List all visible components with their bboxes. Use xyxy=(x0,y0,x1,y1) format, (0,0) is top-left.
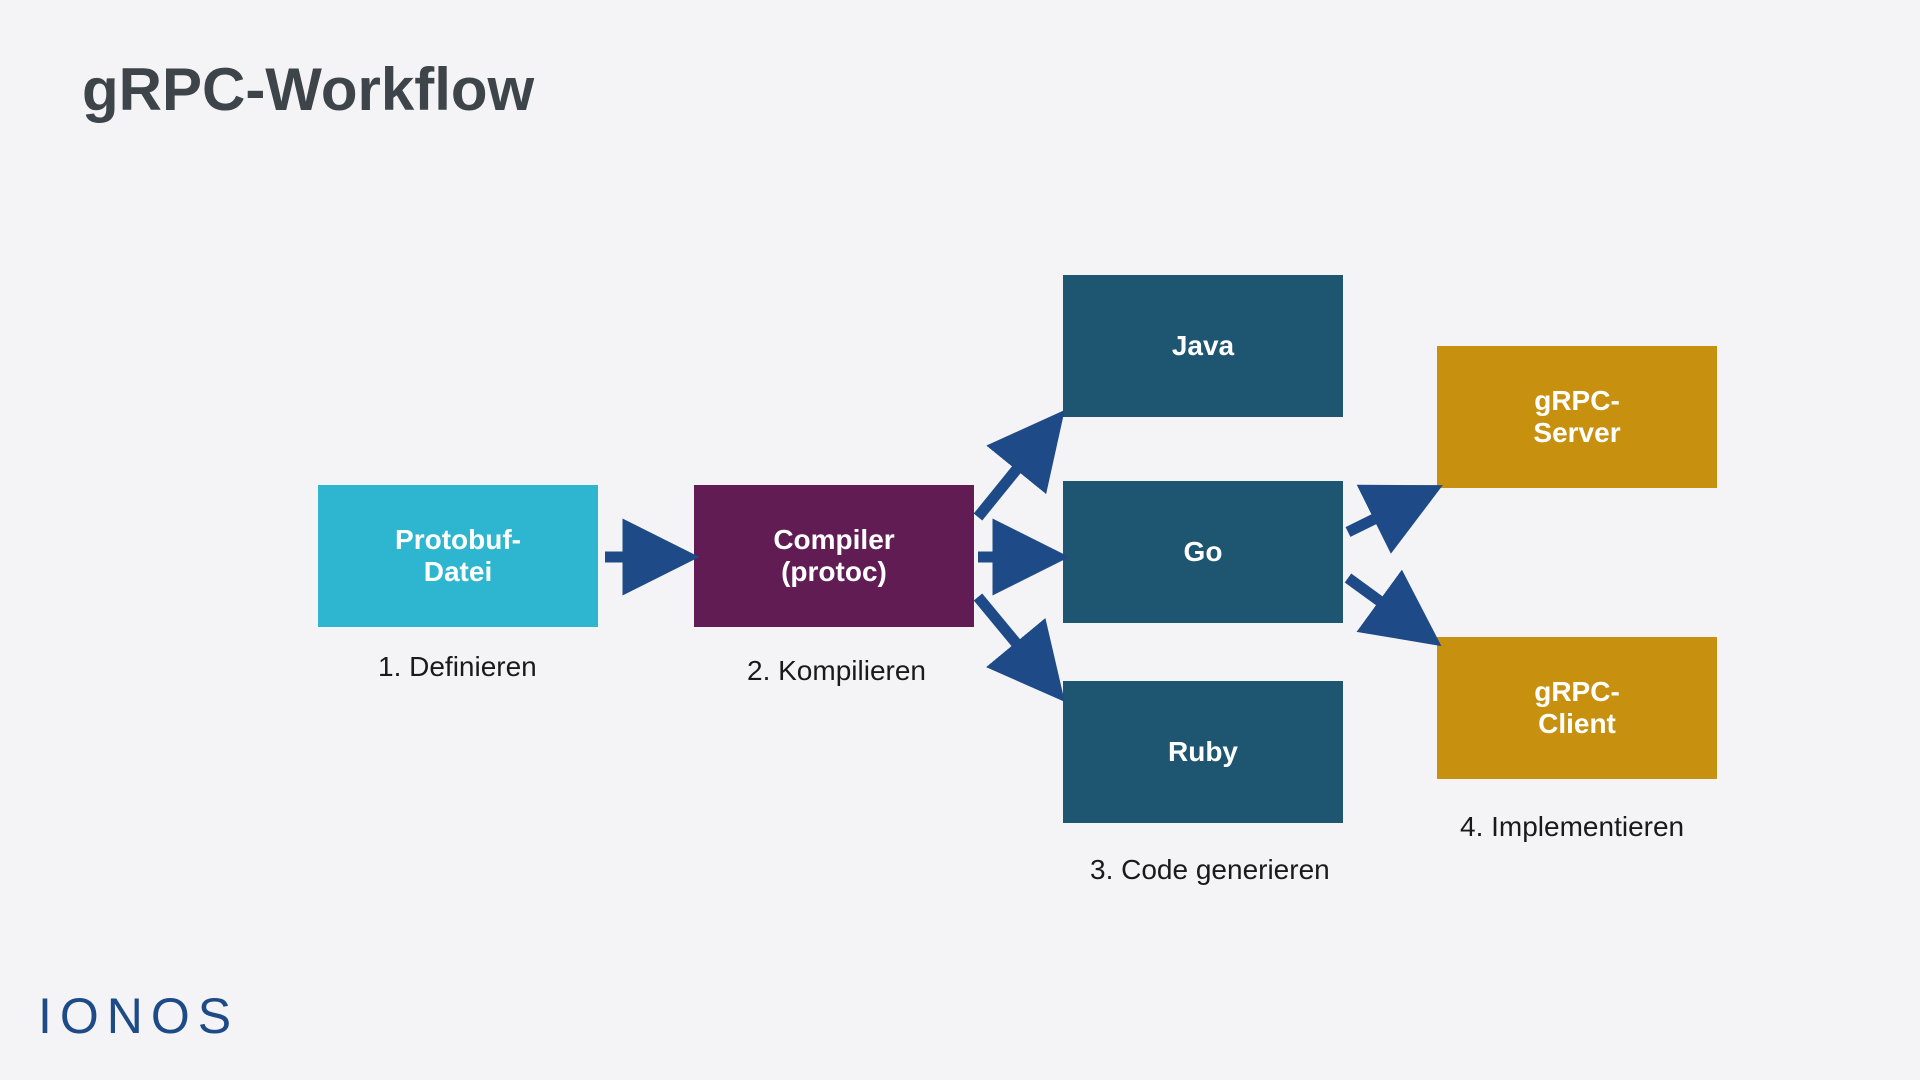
ionos-logo: IONOS xyxy=(38,987,239,1045)
step-label-1: 1. Definieren xyxy=(378,651,537,683)
box-grpc-client: gRPC- Client xyxy=(1437,637,1717,779)
box-label: Compiler (protoc) xyxy=(773,524,894,588)
box-ruby: Ruby xyxy=(1063,681,1343,823)
box-compiler-protoc: Compiler (protoc) xyxy=(694,485,974,627)
box-label: Java xyxy=(1172,330,1234,362)
box-grpc-server: gRPC- Server xyxy=(1437,346,1717,488)
step-label-4: 4. Implementieren xyxy=(1460,811,1684,843)
step-label-2: 2. Kompilieren xyxy=(747,655,926,687)
step-label-3: 3. Code generieren xyxy=(1090,854,1330,886)
box-label: Ruby xyxy=(1168,736,1238,768)
box-go: Go xyxy=(1063,481,1343,623)
diagram-title: gRPC-Workflow xyxy=(82,55,534,124)
arrow-compiler-to-ruby xyxy=(978,597,1055,690)
box-protobuf-datei: Protobuf- Datei xyxy=(318,485,598,627)
box-label: gRPC- Client xyxy=(1534,676,1620,740)
arrow-go-to-client xyxy=(1348,578,1429,637)
box-label: Go xyxy=(1184,536,1223,568)
box-label: Protobuf- Datei xyxy=(395,524,521,588)
arrow-compiler-to-java xyxy=(978,422,1055,517)
box-label: gRPC- Server xyxy=(1533,385,1620,449)
arrow-go-to-server xyxy=(1348,492,1429,532)
box-java: Java xyxy=(1063,275,1343,417)
